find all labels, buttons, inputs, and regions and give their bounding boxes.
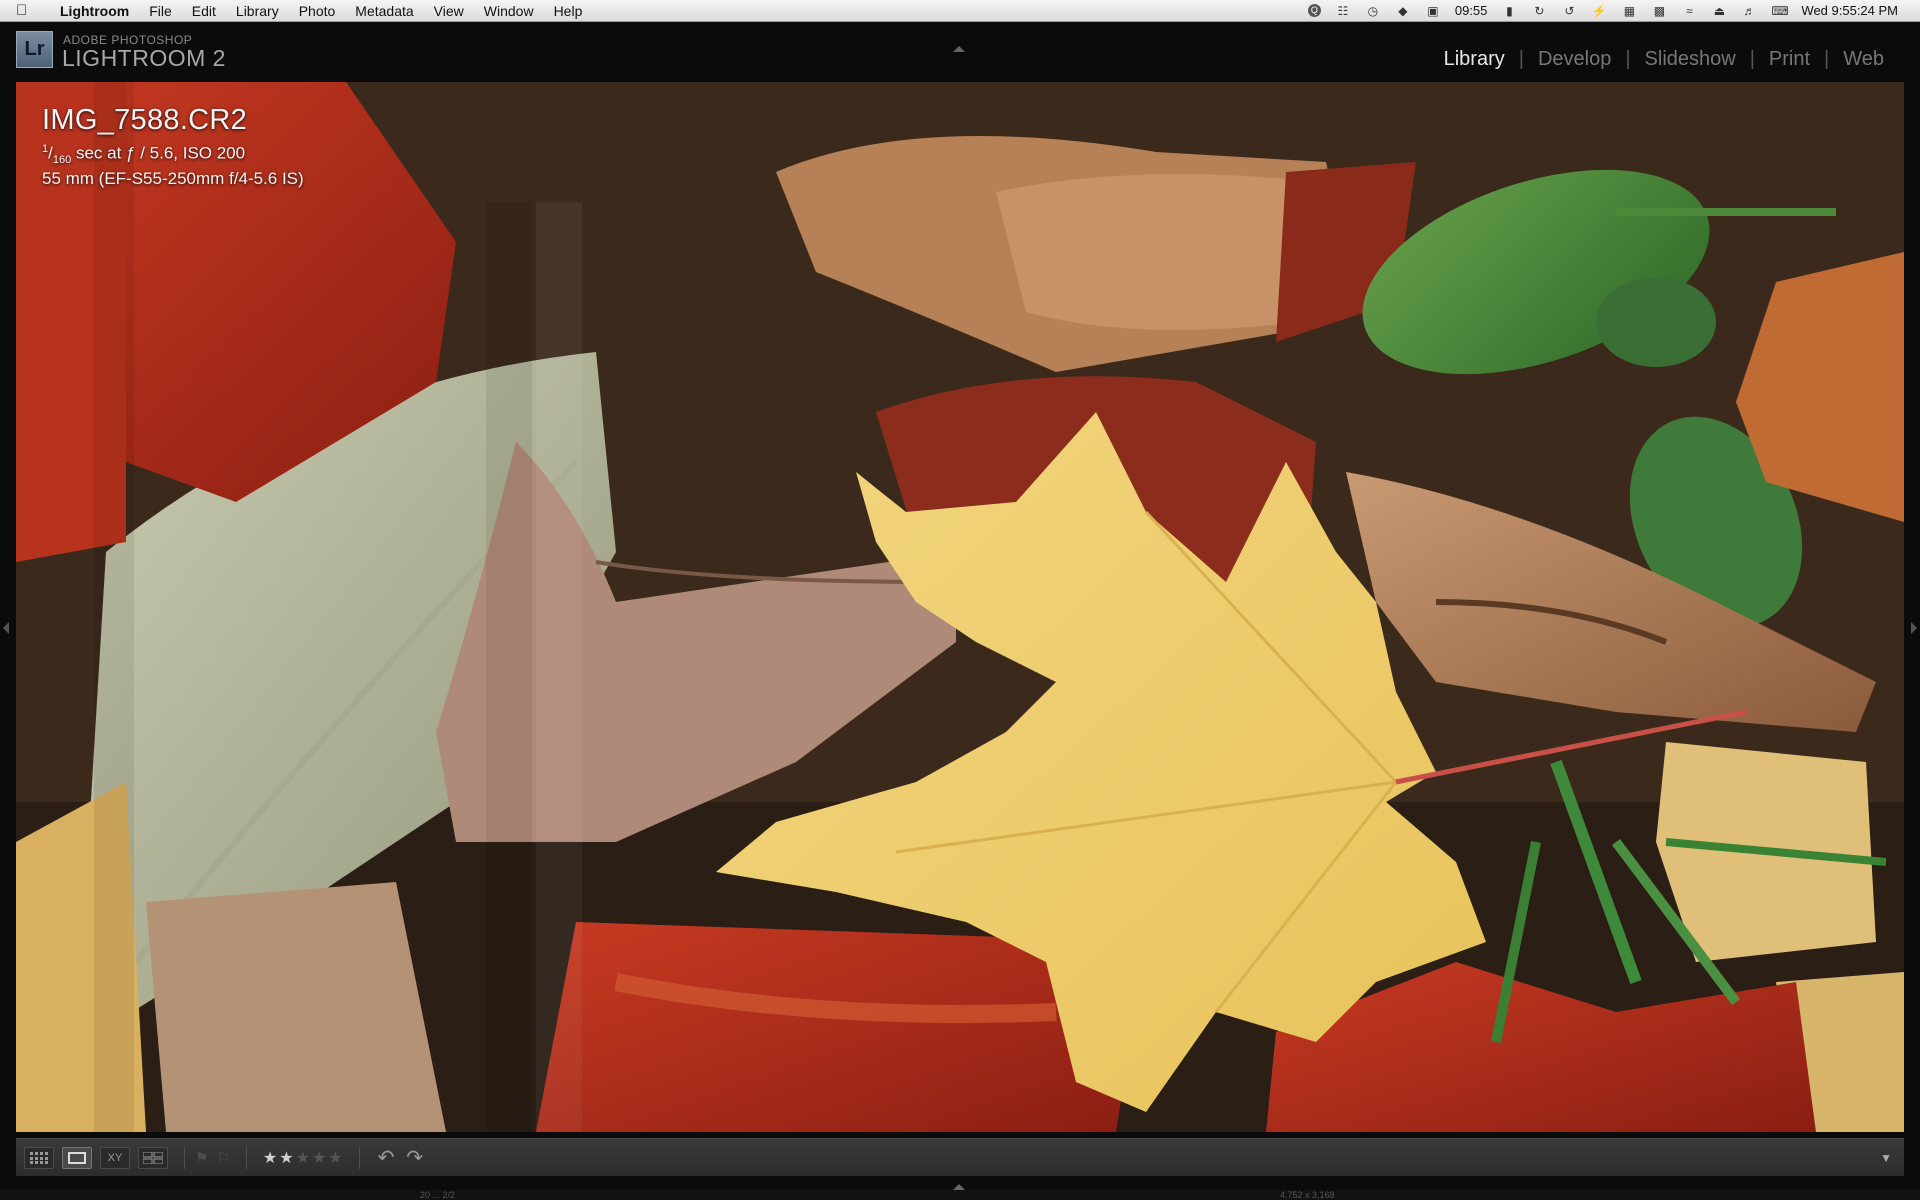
rotate-controls: ↶ ↷ [378,1145,424,1170]
display-icon[interactable]: ▩ [1651,4,1667,18]
menu-view[interactable]: View [424,0,474,22]
toolbar-content-menu-icon[interactable]: ▼ [1880,1151,1892,1165]
drop-icon[interactable]: ◆ [1395,4,1411,18]
macos-menu-bar:  Lightroom File Edit Library Photo Meta… [0,0,1920,22]
toolbar-divider [358,1146,360,1169]
photo-filename: IMG_7588.CR2 [42,104,248,136]
left-panel-toggle-icon[interactable] [3,622,9,634]
lightroom-logo: Lr [16,31,53,68]
module-library[interactable]: Library [1430,48,1519,71]
wifi-icon[interactable]: ≈ [1681,4,1697,18]
loupe-info-overlay: IMG_7588.CR2 1/160 sec at ƒ / 5.6, ISO 2… [42,104,304,189]
menu-edit[interactable]: Edit [182,0,226,22]
menubar-clock[interactable]: Wed 9:55:24 PM [1801,3,1898,18]
module-develop[interactable]: Develop [1524,48,1625,71]
quicksilver-icon[interactable]: Q [1307,4,1321,17]
exposure-settings: sec at ƒ / 5.6, ISO 200 [71,143,246,163]
toolbar-divider [184,1146,185,1169]
top-panel-toggle-icon[interactable] [953,46,965,52]
flag-pick-icon[interactable]: ⚑ [195,1149,208,1167]
identity-plate-bar: Lr ADOBE PHOTOSHOP LIGHTROOM 2 Library |… [0,22,1920,80]
star-1-icon[interactable]: ★ [263,1148,277,1168]
star-4-icon[interactable]: ★ [312,1148,326,1168]
app-menu[interactable]: Lightroom [50,0,139,22]
backup-icon[interactable]: ↺ [1561,4,1577,18]
module-picker: Library | Develop | Slideshow | Print | … [1430,48,1898,71]
star-2-icon[interactable]: ★ [279,1148,293,1168]
photo-lens-info: 55 mm (EF-S55-250mm f/4-5.6 IS) [42,169,304,189]
library-toolbar: XY ⚑ ⚐ ★ ★ ★ ★ ★ ↶ ↷ ▼ [16,1138,1904,1176]
menu-extras: Q ☷ ◷ ◆ ▣ 09:55 ▮ ↻ ↺ ⚡ ▦ ▩ ≈ ⏏ ♬ ⌨ Wed … [1307,3,1920,18]
filmstrip-edge: 20 ... 2/2 4,752 x 3,168 [0,1190,1920,1200]
menu-photo[interactable]: Photo [289,0,346,22]
survey-icon [143,1151,163,1164]
menu-help[interactable]: Help [544,0,593,22]
volume-icon[interactable]: ♬ [1741,4,1757,18]
brand-line-main: LIGHTROOM 2 [62,45,226,71]
menu-metadata[interactable]: Metadata [345,0,423,22]
sync-icon[interactable]: ↻ [1531,4,1547,18]
filmstrip-fragment: 20 ... 2/2 [420,1190,456,1200]
menu-window[interactable]: Window [474,0,544,22]
module-web[interactable]: Web [1829,48,1898,71]
compare-icon: XY [107,1151,123,1164]
network-icon[interactable]: ▦ [1621,4,1637,18]
flag-controls: ⚑ ⚐ [195,1149,230,1167]
time-machine-icon[interactable]: ◷ [1365,4,1381,18]
loupe-view[interactable]: IMG_7588.CR2 1/160 sec at ƒ / 5.6, ISO 2… [16,82,1904,1132]
module-slideshow[interactable]: Slideshow [1631,48,1750,71]
power-icon[interactable]: ⚡ [1591,4,1607,18]
clock-widget[interactable]: 09:55 [1455,3,1488,18]
shutter-numerator: 1 [42,143,49,155]
apple-menu-icon[interactable]:  [16,2,36,19]
star-rating[interactable]: ★ ★ ★ ★ ★ [263,1148,343,1168]
cpu-meter-icon[interactable]: ▮ [1501,4,1517,18]
module-print[interactable]: Print [1755,48,1824,71]
rotate-left-icon[interactable]: ↶ [378,1145,395,1170]
star-3-icon[interactable]: ★ [296,1148,310,1168]
right-panel-toggle-icon[interactable] [1911,622,1917,634]
flag-reject-icon[interactable]: ⚐ [216,1149,229,1167]
grid-icon [30,1151,48,1164]
survey-view-button[interactable] [138,1146,168,1169]
compare-view-button[interactable]: XY [100,1146,130,1169]
rotate-right-icon[interactable]: ↷ [406,1145,423,1170]
star-5-icon[interactable]: ★ [328,1148,342,1168]
eject-icon[interactable]: ⏏ [1711,4,1727,18]
calendar-icon[interactable]: ▣ [1425,4,1441,18]
menu-library[interactable]: Library [226,0,289,22]
menu-file[interactable]: File [139,0,182,22]
keyboard-icon[interactable]: ⌨ [1771,4,1788,18]
photo-autumn-leaves [16,82,1904,1132]
loupe-view-button[interactable] [62,1146,92,1169]
shutter-denominator: 160 [52,154,72,167]
toolbar-divider [245,1146,247,1169]
dictionary-icon[interactable]: ☷ [1335,4,1351,18]
photo-exposure-info: 1/160 sec at ƒ / 5.6, ISO 200 [42,143,246,167]
filmstrip-fragment: 4,752 x 3,168 [1280,1190,1335,1200]
loupe-icon [68,1151,86,1164]
grid-view-button[interactable] [24,1146,54,1169]
